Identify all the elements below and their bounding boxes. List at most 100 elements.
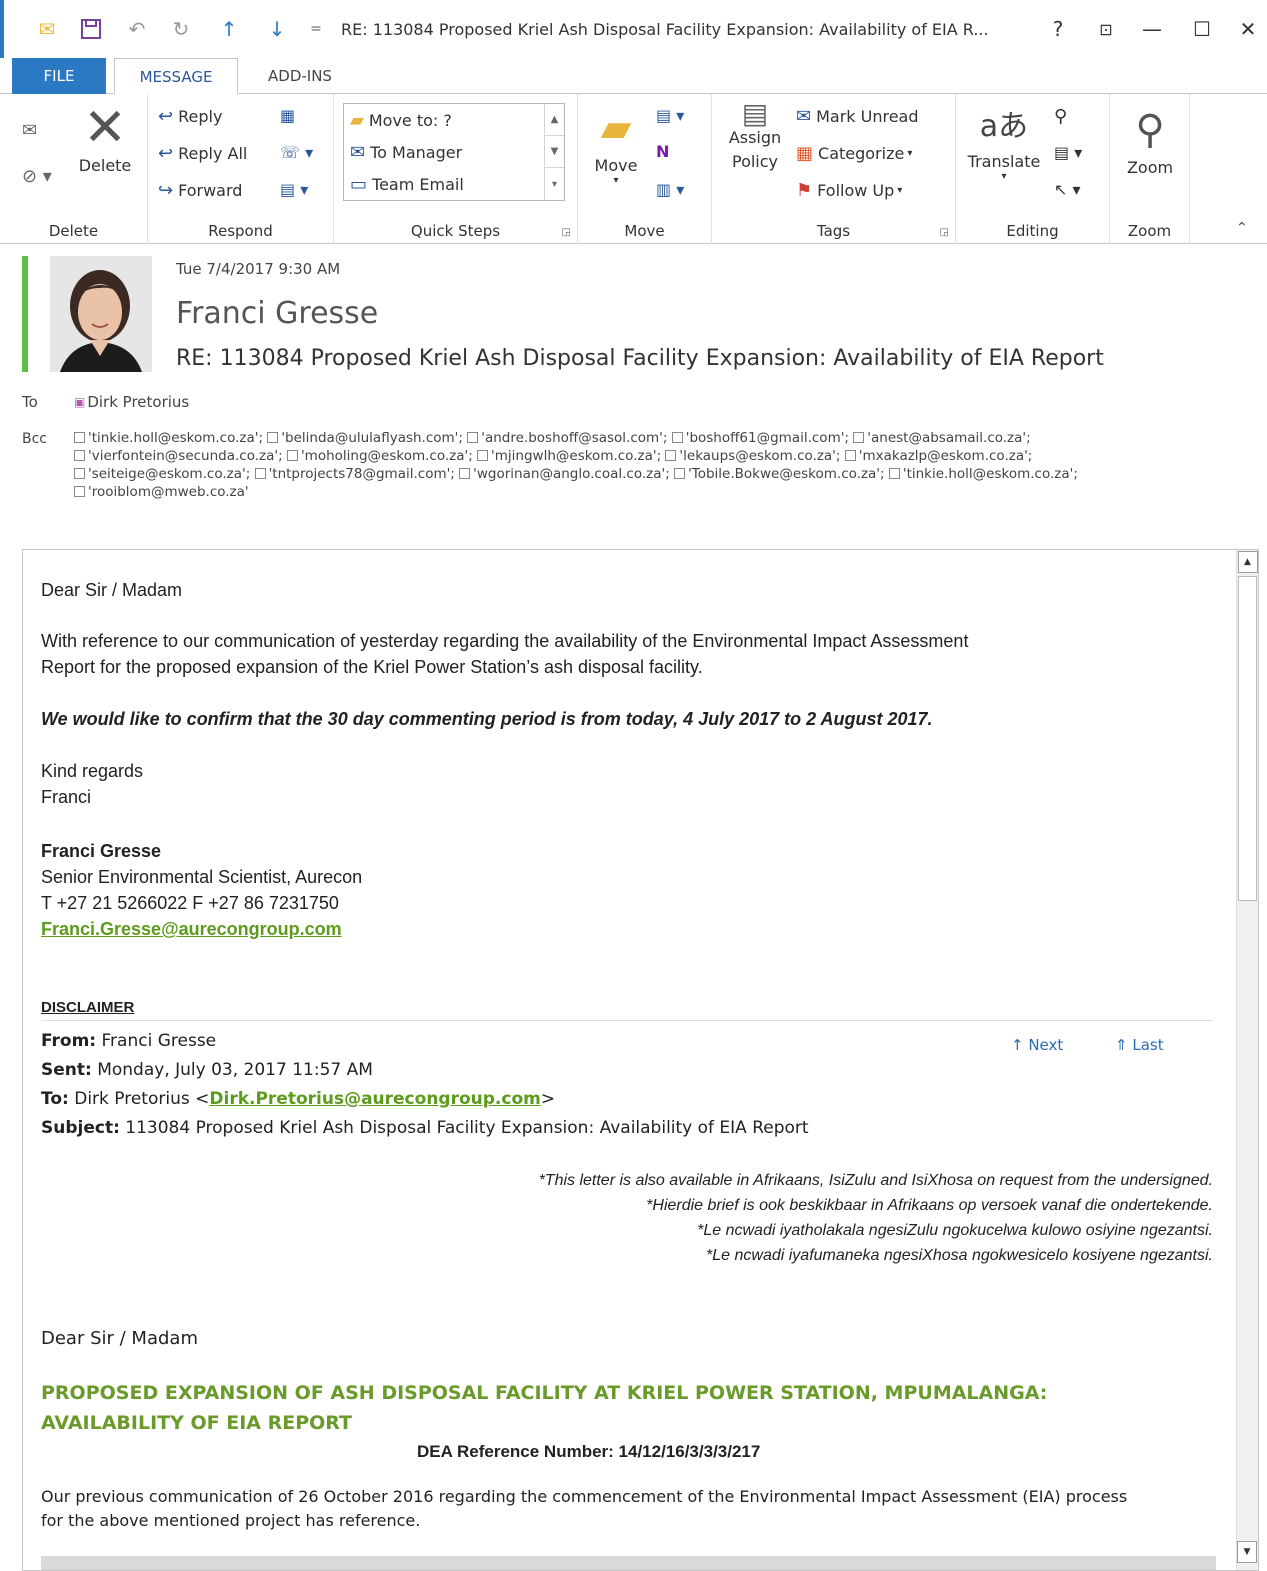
signature-name: Franci Gresse (41, 841, 162, 861)
scroll-down-arrow-icon[interactable]: ▼ (1237, 1541, 1257, 1563)
zoom-group: ⚲ Zoom Zoom (1110, 94, 1190, 244)
scroll-up-arrow-icon[interactable]: ▲ (1237, 551, 1258, 573)
zoom-button[interactable]: ⚲ Zoom (1118, 102, 1182, 177)
maximize-button[interactable]: ☐ (1184, 14, 1220, 44)
find-icon[interactable]: ⚲ (1054, 106, 1067, 127)
vertical-scrollbar[interactable]: ▲ ▼ (1236, 550, 1258, 1570)
actions-icon[interactable]: ▥ ▾ (656, 180, 684, 199)
divider (41, 1020, 1213, 1021)
body-paragraph-line: Our previous communication of 26 October… (41, 1487, 1128, 1506)
more-respond-icon[interactable]: ▤ ▾ (280, 180, 308, 199)
bcc-recipient[interactable]: 'mxakazlp@eskom.co.za'; (844, 448, 1032, 464)
group-label-move: Move (624, 222, 665, 240)
avatar (50, 256, 152, 372)
letter-heading: PROPOSED EXPANSION OF ASH DISPOSAL FACIL… (41, 1382, 1048, 1404)
bcc-recipient[interactable]: 'lekaups@eskom.co.za'; (665, 448, 840, 464)
last-link[interactable]: ⇑ Last (1115, 1036, 1164, 1054)
save-icon[interactable] (76, 14, 106, 44)
bcc-recipient[interactable]: 'anest@absamail.co.za'; (853, 430, 1031, 446)
quick-steps-scroll[interactable]: ▲ ▼ ▾ (544, 104, 564, 200)
close-button[interactable]: ✕ (1230, 14, 1266, 44)
forward-button[interactable]: ↪ Forward (158, 180, 242, 201)
body-paragraph-line: With reference to our communication of y… (41, 631, 969, 651)
next-item-icon[interactable]: ↓ (262, 14, 292, 44)
reply-icon: ↩ (158, 106, 174, 127)
bcc-recipient[interactable]: 'tinkie.holl@eskom.co.za'; (74, 430, 263, 446)
move-group: ▰ Move ▾ ▤ ▾ N ▥ ▾ Move (578, 94, 712, 244)
tab-message[interactable]: MESSAGE (114, 58, 238, 95)
scroll-thumb[interactable] (1238, 576, 1257, 901)
quick-step-move-to[interactable]: ▰ Move to: ? (350, 110, 452, 131)
help-button[interactable]: ? (1040, 14, 1076, 44)
bcc-recipient[interactable]: 'mjingwlh@eskom.co.za'; (477, 448, 661, 464)
meeting-icon[interactable]: ▦ (280, 106, 295, 125)
tab-add-ins[interactable]: ADD-INS (250, 58, 350, 94)
letter-heading: AVAILABILITY OF EIA REPORT (41, 1412, 353, 1434)
collapse-ribbon-icon[interactable]: ⌃ (1236, 220, 1248, 236)
move-folder-icon: ▰ (600, 105, 632, 151)
tags-group: ▤ Assign Policy ✉ Mark Unread ▦ Categorize… (712, 94, 956, 244)
delete-button[interactable]: ✕ Delete (74, 100, 136, 175)
move-button[interactable]: ▰ Move ▾ (586, 100, 646, 186)
rules-icon[interactable]: ▤ ▾ (656, 106, 684, 125)
translate-button[interactable]: aあ Translate ▾ (962, 102, 1046, 182)
language-note: *This letter is also available in Afrika… (538, 1172, 1213, 1189)
quick-steps-launcher-icon[interactable]: ◲ (562, 227, 571, 238)
next-link[interactable]: ↑ Next (1011, 1036, 1063, 1054)
translate-icon: aあ (979, 109, 1029, 144)
expand-gallery-icon[interactable]: ▾ (545, 168, 564, 200)
sender-name[interactable]: Franci Gresse (176, 296, 378, 331)
categorize-button[interactable]: ▦ Categorize ▾ (796, 143, 912, 164)
reply-all-button[interactable]: ↩ Reply All (158, 143, 247, 164)
tags-launcher-icon[interactable]: ◲ (940, 227, 949, 238)
scroll-down-icon[interactable]: ▼ (545, 136, 564, 168)
assign-policy-button[interactable]: ▤ Assign Policy (722, 100, 788, 174)
bcc-recipient[interactable]: 'boshoff61@gmail.com'; (671, 430, 849, 446)
partial-table-header (41, 1556, 1216, 1570)
bcc-recipient[interactable]: 'Tobile.Bokwe@eskom.co.za'; (674, 466, 885, 482)
mark-unread-button[interactable]: ✉ Mark Unread (796, 106, 919, 127)
previous-item-icon[interactable]: ↑ (214, 14, 244, 44)
bcc-recipient[interactable]: 'tinkie.holl@eskom.co.za'; (888, 466, 1078, 482)
team-mail-icon: ▭ (350, 174, 368, 195)
forward-icon: ↪ (158, 180, 174, 201)
bcc-recipient[interactable]: 'wgorinan@anglo.coal.co.za'; (459, 466, 670, 482)
message-body[interactable]: Dear Sir / Madam With reference to our c… (22, 549, 1259, 1571)
quoted-from: From: Franci Gresse (41, 1031, 217, 1051)
onenote-icon[interactable]: N (656, 142, 669, 161)
tab-file[interactable]: FILE (12, 58, 106, 94)
ignore-icon[interactable]: ✉ (22, 120, 37, 141)
bcc-recipient[interactable]: 'tntprojects78@gmail.com'; (254, 466, 455, 482)
signature-email-link[interactable]: Franci.Gresse@aurecongroup.com (41, 919, 342, 940)
im-icon[interactable]: ☏ ▾ (280, 143, 313, 162)
language-note: *Hierdie brief is ook beskikbaar in Afri… (646, 1197, 1213, 1214)
quick-step-to-manager[interactable]: ✉ To Manager (350, 142, 462, 163)
categorize-icon: ▦ (796, 143, 814, 164)
bcc-recipient[interactable]: 'moholing@eskom.co.za'; (286, 448, 473, 464)
redo-icon[interactable]: ↻ (166, 14, 196, 44)
disclaimer-link[interactable]: DISCLAIMER (41, 999, 134, 1016)
quoted-to-email-link[interactable]: Dirk.Pretorius@aurecongroup.com (209, 1089, 540, 1109)
minimize-button[interactable]: — (1134, 14, 1170, 44)
bcc-recipient[interactable]: 'belinda@ululaflyash.com'; (267, 430, 463, 446)
follow-up-button[interactable]: ⚑ Follow Up ▾ (796, 180, 902, 201)
select-icon[interactable]: ↖ ▾ (1054, 180, 1081, 199)
envelope-icon: ✉ (38, 17, 56, 41)
bcc-recipient[interactable]: 'andre.boshoff@sasol.com'; (467, 430, 667, 446)
forward-mail-icon: ✉ (350, 142, 366, 163)
quick-steps-gallery: ▰ Move to: ? ✉ To Manager ▭ Team Email ▲ ▼ ▾ (343, 103, 565, 201)
ribbon-tabs: FILE MESSAGE ADD-INS (0, 58, 1267, 95)
reply-button[interactable]: ↩ Reply (158, 106, 222, 127)
related-icon[interactable]: ▤ ▾ (1054, 143, 1082, 162)
junk-icon[interactable]: ⊘ ▾ (22, 166, 52, 187)
bcc-recipient[interactable]: 'rooiblom@mweb.co.za' (74, 484, 249, 500)
customize-toolbar-icon[interactable]: = (304, 14, 328, 44)
bcc-recipient[interactable]: 'vierfontein@secunda.co.za'; (74, 448, 283, 464)
to-recipient[interactable]: ▣ Dirk Pretorius (74, 393, 189, 411)
bcc-recipient[interactable]: 'seiteige@eskom.co.za'; (74, 466, 250, 482)
scroll-up-icon[interactable]: ▲ (545, 104, 564, 136)
ribbon-display-options-button[interactable]: ⊡ (1088, 14, 1124, 44)
title-bar: ✉ ↶ ↻ ↑ ↓ = RE: 113084 Proposed Kriel As… (0, 0, 1267, 58)
undo-icon[interactable]: ↶ (122, 14, 152, 44)
quick-step-team-email[interactable]: ▭ Team Email (350, 174, 464, 195)
